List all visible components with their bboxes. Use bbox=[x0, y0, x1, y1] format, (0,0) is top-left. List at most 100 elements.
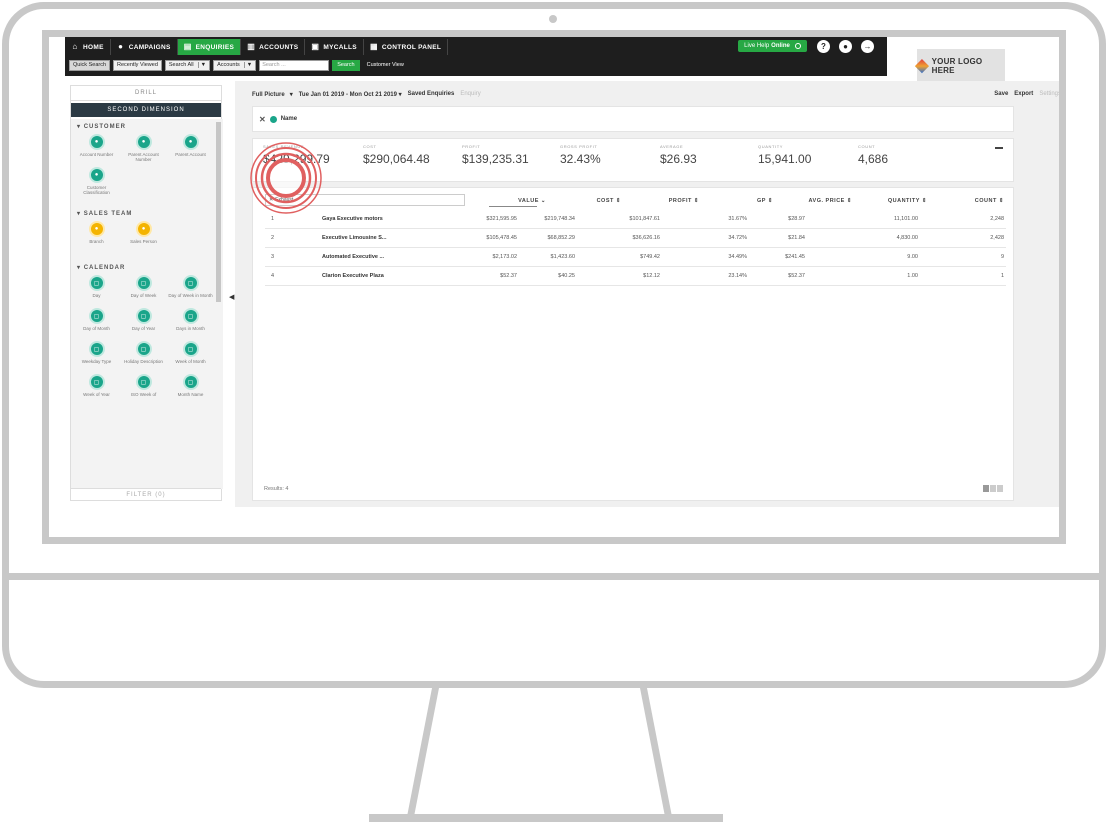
header-profit[interactable]: PROFIT ⇕ bbox=[669, 198, 699, 204]
table-row[interactable]: 3 Automated Executive ... $2,173.02 $1,4… bbox=[265, 248, 1006, 267]
cell-value: $105,478.45 bbox=[486, 235, 517, 241]
row-name: Automated Executive ... bbox=[322, 254, 385, 260]
nav-mycalls-label: MYCALLS bbox=[323, 43, 357, 51]
dimension-weekday-type[interactable]: ▢ Weekday Type bbox=[73, 341, 120, 374]
nav-home[interactable]: ⌂ HOME bbox=[65, 39, 111, 55]
dimension-holiday-description[interactable]: ▢ Holiday Description bbox=[120, 341, 167, 374]
close-icon[interactable]: ✕ bbox=[259, 115, 266, 124]
logout-button[interactable]: → bbox=[861, 40, 874, 53]
chevron-down-icon: ▾ bbox=[289, 92, 293, 98]
nav-campaigns-label: CAMPAIGNS bbox=[128, 43, 171, 51]
metric-value: $290,064.48 bbox=[363, 152, 430, 166]
dimension-day-of-week[interactable]: ▢ Day of Week bbox=[120, 275, 167, 308]
dimension-day-of-year[interactable]: ▢ Day of Year bbox=[120, 308, 167, 341]
dimension-day-of-month[interactable]: ▢ Day of Month bbox=[73, 308, 120, 341]
section-sales-team-title: SALES TEAM bbox=[83, 211, 133, 217]
quick-search-button[interactable]: Quick Search bbox=[69, 59, 111, 71]
dimension-branch[interactable]: ● Branch bbox=[73, 221, 120, 254]
calls-icon: ▣ bbox=[311, 42, 320, 51]
header-gp[interactable]: GP ⇕ bbox=[757, 198, 773, 204]
dimension-days-in-month[interactable]: ▢ Days in Month bbox=[167, 308, 214, 341]
section-calendar[interactable]: ▾ CALENDAR bbox=[71, 260, 223, 275]
header-count[interactable]: COUNT ⇕ bbox=[975, 198, 1004, 204]
dimension-list: ▾ CUSTOMER ● Account Number ● Parent Accou… bbox=[71, 119, 223, 489]
search-button[interactable]: Search bbox=[332, 59, 360, 71]
metric-label: COST bbox=[363, 144, 377, 149]
metric-gross-profit: GROSS PROFIT 32.43% bbox=[560, 144, 601, 166]
person-icon: ● bbox=[135, 134, 152, 150]
sort-icon: ⇕ bbox=[921, 198, 927, 204]
table-row[interactable]: 1 Gaya Executive motors $321,595.95 $219… bbox=[265, 210, 1006, 229]
dimension-scrollbar[interactable] bbox=[216, 122, 221, 302]
customer-view-link[interactable]: Customer View bbox=[367, 62, 404, 68]
header-cost[interactable]: COST ⇕ bbox=[597, 198, 621, 204]
sort-desc-icon: ⌄ bbox=[540, 198, 546, 204]
help-icon: ? bbox=[821, 42, 826, 51]
nav-mycalls[interactable]: ▣ MYCALLS bbox=[305, 39, 364, 55]
header-value[interactable]: VALUE ⌄ bbox=[518, 198, 546, 204]
dimension-panel: DRILL SECOND DIMENSION ▾ CUSTOMER ● Accou… bbox=[70, 85, 223, 501]
full-picture-select[interactable]: Full Picture ▾ bbox=[252, 91, 293, 98]
filter-tab[interactable]: FILTER (0) bbox=[71, 488, 221, 500]
header-quantity[interactable]: QUANTITY ⇕ bbox=[888, 198, 927, 204]
export-button[interactable]: Export bbox=[1014, 91, 1033, 97]
section-sales-team[interactable]: ▾ SALES TEAM bbox=[71, 206, 223, 221]
settings-button[interactable]: Settings bbox=[1039, 91, 1059, 97]
cell-quantity: 1.00 bbox=[907, 273, 918, 279]
live-help-status: Online bbox=[771, 43, 790, 49]
dimension-iso-week-of[interactable]: ▢ ISO Week of bbox=[120, 374, 167, 407]
cell-cost: $68,852.29 bbox=[547, 235, 575, 241]
dimension-month-name[interactable]: ▢ Month Name bbox=[167, 374, 214, 407]
cell-avg-price: $21.84 bbox=[788, 235, 805, 241]
monitor-stand-base bbox=[369, 814, 723, 822]
nav-campaigns[interactable]: ● CAMPAIGNS bbox=[111, 39, 178, 55]
sort-icon: ⇕ bbox=[846, 198, 852, 204]
section-customer[interactable]: ▾ CUSTOMER bbox=[71, 119, 223, 134]
save-button[interactable]: Save bbox=[994, 91, 1008, 97]
enquiry-link[interactable]: Enquiry bbox=[460, 91, 480, 98]
cell-profit: $12.12 bbox=[643, 273, 660, 279]
table-header: VALUE ⌄ COST ⇕ PROFIT ⇕ GP ⇕ AVG. PRICE … bbox=[265, 194, 1006, 208]
table-row[interactable]: 4 Clarion Executive Plaza $52.37 $40.25 … bbox=[265, 267, 1006, 286]
section-calendar-title: CALENDAR bbox=[83, 265, 126, 271]
cell-count: 2,428 bbox=[990, 235, 1004, 241]
live-help-button[interactable]: Live Help Online bbox=[738, 40, 807, 52]
date-range-select[interactable]: Tue Jan 01 2019 - Mon Oct 21 2019 ▾ bbox=[299, 91, 402, 98]
help-button[interactable]: ? bbox=[817, 40, 830, 53]
search-input[interactable]: Search ... bbox=[259, 59, 330, 71]
nav-enquiries[interactable]: ▤ ENQUIRIES bbox=[177, 39, 242, 55]
drill-tab[interactable]: DRILL bbox=[71, 86, 221, 101]
collapse-panel-icon[interactable]: ◀ bbox=[229, 293, 234, 301]
dimension-week-of-year[interactable]: ▢ Week of Year bbox=[73, 374, 120, 407]
dimension-parent-account[interactable]: ● Parent Account bbox=[167, 134, 214, 167]
crm-app: ⌂ HOME ● CAMPAIGNS ▤ ENQUIRIES ▥ ACCOUNT… bbox=[49, 37, 1059, 537]
dimension-parent-account-number[interactable]: ● Parent Account Number bbox=[120, 134, 167, 167]
metric-profit: PROFIT $139,235.31 bbox=[462, 144, 529, 166]
recently-viewed-button[interactable]: Recently Viewed bbox=[113, 59, 162, 71]
cell-count: 1 bbox=[1000, 273, 1004, 279]
table-row[interactable]: 2 Executive Limousine S... $105,478.45 $… bbox=[265, 229, 1006, 248]
monitor-stand-right bbox=[640, 688, 673, 818]
dimension-account-number[interactable]: ● Account Number bbox=[73, 134, 120, 167]
dimension-customer-classification[interactable]: ● Customer Classification bbox=[73, 167, 120, 200]
nav-accounts[interactable]: ▥ ACCOUNTS bbox=[241, 39, 306, 55]
dimension-week-of-month[interactable]: ▢ Week of Month bbox=[167, 341, 214, 374]
dimension-label: Day of Month bbox=[83, 326, 110, 331]
search-all-select[interactable]: Search All ▼ bbox=[164, 59, 211, 71]
dimension-sales-person[interactable]: ● Sales Person bbox=[120, 221, 167, 254]
dimension-day[interactable]: ▢ Day bbox=[73, 275, 120, 308]
nav-control-panel[interactable]: ▦ CONTROL PANEL bbox=[364, 39, 449, 55]
dimension-label: Account Number bbox=[79, 152, 114, 157]
full-picture-label: Full Picture bbox=[252, 92, 285, 98]
metric-value: 32.43% bbox=[560, 152, 601, 166]
dimension-day-of-week-in-month[interactable]: ▢ Day of Week in Month bbox=[167, 275, 214, 308]
profile-button[interactable]: ● bbox=[839, 40, 852, 53]
header-label: VALUE bbox=[518, 198, 539, 204]
header-avg-price[interactable]: AVG. PRICE ⇕ bbox=[808, 198, 852, 204]
grid-view-icon[interactable] bbox=[983, 485, 1003, 492]
campaigns-icon: ● bbox=[118, 42, 124, 51]
second-dimension-tab[interactable]: SECOND DIMENSION bbox=[71, 103, 221, 117]
accounts-select[interactable]: Accounts ▼ bbox=[213, 59, 257, 71]
collapse-metrics-icon[interactable] bbox=[995, 147, 1003, 149]
saved-enquiries-link[interactable]: Saved Enquiries bbox=[408, 91, 455, 98]
